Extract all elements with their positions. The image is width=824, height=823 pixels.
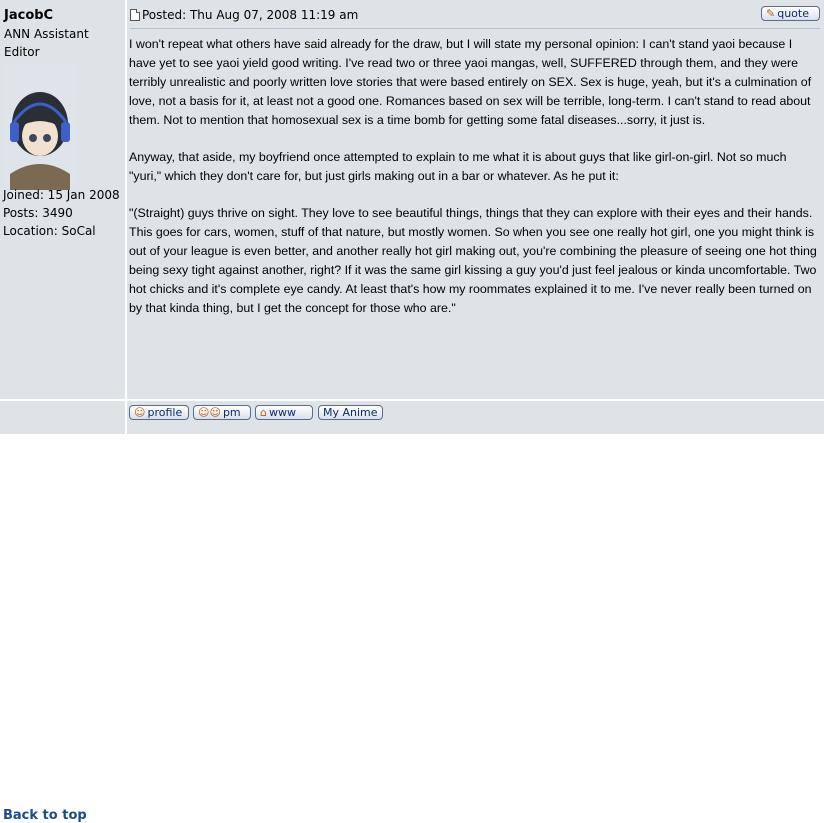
post-body: I won't repeat what others have said alr… [129, 35, 819, 336]
www-label: www [268, 406, 296, 419]
post-header: Posted: Thu Aug 07, 2008 11:19 am [130, 8, 358, 22]
pm-button[interactable]: ☺☺ pm [193, 405, 251, 420]
www-button[interactable]: ⌂ www [255, 405, 313, 420]
author-avatar [4, 62, 76, 190]
my-anime-label: My Anime [323, 406, 378, 419]
profile-button[interactable]: ☺ profile [129, 405, 189, 420]
posted-timestamp: Posted: Thu Aug 07, 2008 11:19 am [142, 8, 359, 22]
quote-label: quote [777, 7, 809, 20]
pm-label: pm [222, 406, 241, 419]
profile-label: profile [147, 406, 183, 419]
footer-left-cell: Back to top [0, 401, 125, 823]
post-paragraph: I won't repeat what others have said alr… [129, 37, 812, 127]
post-paragraph: Anyway, that aside, my boyfriend once at… [129, 150, 787, 183]
author-username: JacobC [4, 8, 54, 23]
header-divider [130, 28, 820, 29]
back-to-top-link[interactable]: Back to top [3, 808, 87, 823]
author-rank-line1: ANN Assistant [4, 27, 89, 41]
post-icon [130, 9, 140, 21]
pm-icon: ☺☺ [198, 406, 221, 419]
quote-button[interactable]: ✎ quote [761, 6, 820, 21]
joined-date: Joined: 15 Jan 2008 [3, 188, 120, 202]
profile-icon: ☺ [134, 406, 146, 419]
location: Location: SoCal [3, 224, 96, 238]
author-rank-line2: Editor [4, 45, 40, 59]
author-panel: JacobC ANN Assistant Editor Joined: 15 J… [0, 0, 125, 399]
post-paragraph: "(Straight) guys thrive on sight. They l… [129, 206, 817, 315]
forum-post: JacobC ANN Assistant Editor Joined: 15 J… [0, 0, 824, 823]
avatar-image [4, 62, 76, 190]
home-icon: ⌂ [260, 406, 267, 419]
my-anime-button[interactable]: My Anime [318, 405, 383, 420]
quote-icon: ✎ [766, 7, 776, 20]
post-count: Posts: 3490 [3, 206, 73, 220]
author-stats: Joined: 15 Jan 2008 Posts: 3490 Location… [3, 186, 120, 240]
